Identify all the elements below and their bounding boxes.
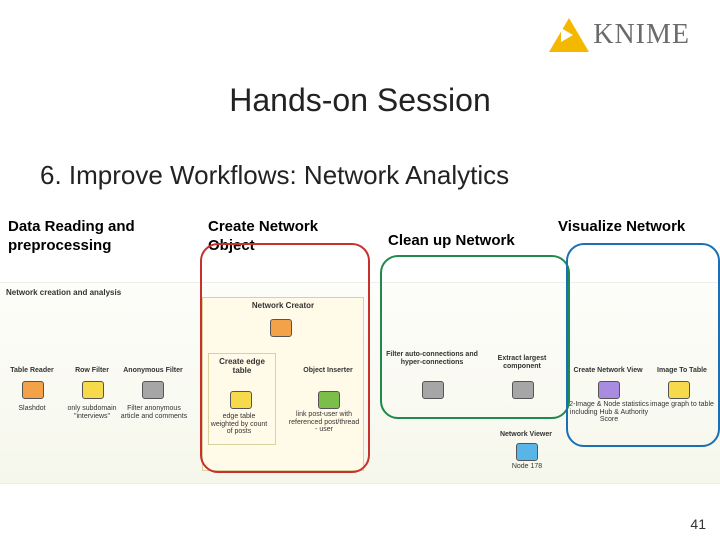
node-caption-1: Slashdot	[10, 405, 54, 413]
phase-label-3: Clean up Network	[388, 232, 548, 251]
highlight-create-network	[200, 243, 370, 473]
node-row-filter-icon[interactable]	[82, 381, 104, 399]
node-network-viewer-icon[interactable]	[516, 443, 538, 461]
brand-logo: KNIME	[549, 18, 690, 52]
highlight-visualize	[566, 243, 720, 447]
phase-label-4: Visualize Network	[558, 218, 718, 237]
page-title: Hands-on Session	[0, 82, 720, 119]
node-table-reader-icon[interactable]	[22, 381, 44, 399]
node-caption-10: Node 178	[500, 463, 554, 471]
node-label-2: Row Filter	[64, 367, 120, 375]
logo-triangle-icon	[549, 18, 589, 52]
node-caption-3: Filter anonymous article and comments	[120, 405, 188, 420]
node-label-10: Network Viewer	[488, 431, 564, 439]
workflow-frame-label: Network creation and analysis	[6, 289, 121, 298]
brand-name: KNIME	[593, 19, 690, 51]
node-caption-2: only subdomain "interviews"	[62, 405, 122, 420]
highlight-cleanup	[380, 255, 570, 419]
node-label-1: Table Reader	[4, 367, 60, 375]
phase-label-1: Data Reading and preprocessing	[8, 218, 168, 256]
page-subtitle: 6. Improve Workflows: Network Analytics	[40, 160, 509, 191]
node-label-3: Anonymous Filter	[120, 367, 186, 375]
workflow-canvas: Network creation and analysis Network Cr…	[0, 282, 720, 484]
node-anonymous-filter-icon[interactable]	[142, 381, 164, 399]
page-number: 41	[690, 516, 706, 532]
